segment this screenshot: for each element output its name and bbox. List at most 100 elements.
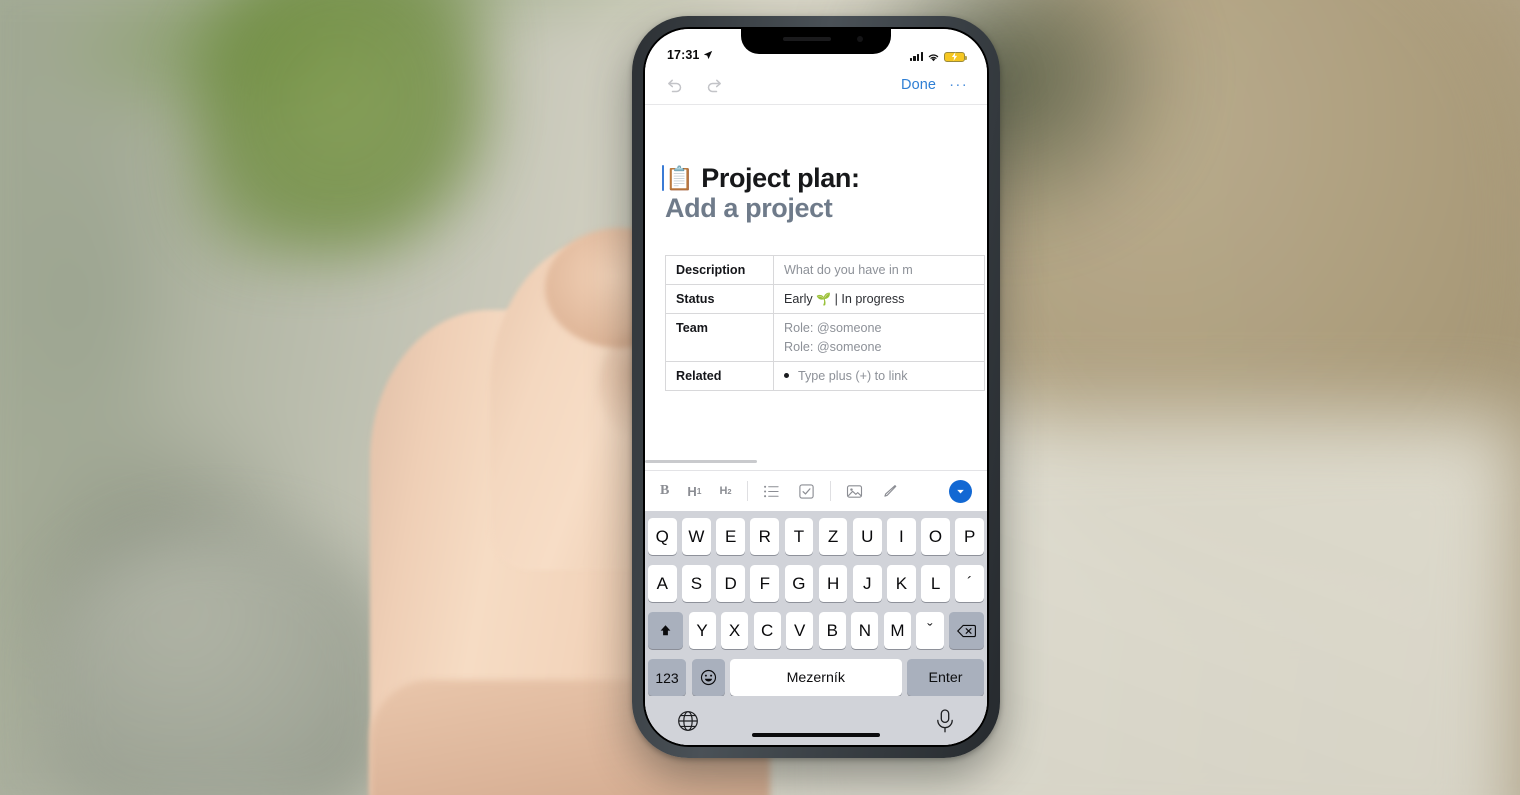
image-button[interactable] — [846, 483, 863, 500]
emoji-key[interactable] — [691, 659, 725, 696]
bold-button[interactable]: B — [660, 483, 669, 499]
keyboard-bottom-bar — [648, 696, 984, 745]
bullet-point-icon — [784, 372, 789, 378]
key-b[interactable]: B — [818, 612, 846, 649]
table-row[interactable]: Related Type plus (+) to link — [665, 360, 985, 392]
key-d[interactable]: D — [716, 565, 745, 602]
checklist-icon — [798, 483, 814, 499]
row-key-related: Related — [665, 360, 774, 392]
key-z[interactable]: Z — [818, 518, 848, 555]
key-q[interactable]: Q — [647, 518, 677, 555]
key-c[interactable]: C — [753, 612, 781, 649]
heading-2-button[interactable]: H2 — [719, 485, 731, 497]
microphone-icon[interactable] — [934, 708, 956, 734]
row-value-description[interactable]: What do you have in m — [773, 254, 985, 285]
shift-key[interactable] — [648, 612, 683, 649]
key-w[interactable]: W — [682, 518, 711, 555]
key-g[interactable]: G — [784, 565, 814, 602]
seedling-icon: 🌱 — [816, 291, 832, 306]
toolbar-divider — [829, 481, 831, 501]
document-title[interactable]: 📋 Project plan: Add a project — [662, 163, 967, 225]
table-row[interactable]: Status Early 🌱 | In progress — [665, 283, 985, 315]
text-style-group: B H1 H2 — [660, 483, 732, 499]
phone-bezel: 17:31 Done ··· 📋 Project plan: Add a pro… — [643, 27, 989, 747]
key-m[interactable]: M — [883, 612, 911, 649]
status-right — [909, 51, 967, 62]
title-text: Project plan: — [701, 163, 860, 193]
key-acute-accent[interactable]: ´ — [955, 565, 985, 602]
team-member-2[interactable]: Role: @someone — [784, 338, 974, 356]
key-caron[interactable]: ˇ — [916, 612, 944, 649]
space-key[interactable]: Mezerník — [730, 659, 902, 696]
horizontal-scrollbar[interactable] — [645, 460, 757, 463]
row-value-related[interactable]: Type plus (+) to link — [773, 360, 985, 392]
key-e[interactable]: E — [716, 518, 745, 555]
keyboard-row-4: 123 Mezerník Enter — [648, 659, 984, 696]
status-inprogress: | In progress — [834, 291, 905, 306]
key-p[interactable]: P — [955, 518, 985, 555]
row-key-team: Team — [665, 313, 774, 362]
collapse-keyboard-button[interactable] — [949, 479, 972, 503]
h2-letter: H — [719, 485, 728, 497]
document-body[interactable]: 📋 Project plan: Add a project Descriptio… — [645, 105, 987, 470]
table-row[interactable]: Description What do you have in m — [665, 254, 985, 285]
status-bar: 17:31 — [645, 29, 987, 65]
wifi-icon — [928, 54, 939, 61]
more-options-button[interactable]: ··· — [949, 77, 968, 92]
pen-button[interactable] — [881, 483, 898, 500]
related-placeholder: Type plus (+) to link — [798, 368, 908, 383]
properties-table[interactable]: Description What do you have in m Status… — [665, 254, 985, 392]
key-h[interactable]: H — [818, 565, 848, 602]
key-s[interactable]: S — [682, 565, 711, 602]
team-member-1[interactable]: Role: @someone — [784, 319, 974, 337]
key-k[interactable]: K — [887, 565, 916, 602]
key-n[interactable]: N — [851, 612, 879, 649]
keyboard-row-1: Q W E R T Z U I O P — [647, 518, 985, 555]
on-screen-keyboard[interactable]: Q W E R T Z U I O P A S D F G H J K L ´ … — [645, 511, 987, 745]
h2-sub: 2 — [727, 486, 732, 496]
title-line-1[interactable]: 📋 Project plan: — [662, 163, 967, 194]
bullet-list-button[interactable] — [763, 483, 780, 500]
done-button[interactable]: Done — [901, 77, 936, 93]
table-row[interactable]: Team Role: @someone Role: @someone — [665, 313, 985, 362]
key-o[interactable]: O — [921, 518, 950, 555]
editor-actions: Done ··· — [901, 77, 968, 93]
heading-1-button[interactable]: H1 — [687, 484, 701, 499]
keyboard-row-3: Y X C V B N M ˇ — [648, 612, 984, 649]
battery-charging-icon — [944, 51, 967, 62]
title-line-2[interactable]: Add a project — [665, 193, 967, 224]
key-j[interactable]: J — [852, 565, 882, 602]
key-t[interactable]: T — [784, 518, 814, 555]
checklist-button[interactable] — [798, 483, 815, 500]
format-toolbar: B H1 H2 — [645, 470, 987, 511]
status-early: Early — [784, 291, 813, 306]
clipboard-icon: 📋 — [665, 165, 694, 192]
home-indicator[interactable] — [752, 732, 880, 737]
enter-key[interactable]: Enter — [907, 659, 984, 696]
row-value-team[interactable]: Role: @someone Role: @someone — [773, 313, 985, 362]
key-y[interactable]: Y — [688, 612, 716, 649]
text-caret — [662, 165, 664, 191]
key-i[interactable]: I — [887, 518, 916, 555]
row-key-status: Status — [665, 283, 774, 315]
backspace-key[interactable] — [949, 612, 984, 649]
key-v[interactable]: V — [786, 612, 814, 649]
emoji-smiley-icon — [700, 669, 716, 686]
key-r[interactable]: R — [750, 518, 780, 555]
numbers-key[interactable]: 123 — [648, 659, 686, 696]
status-left: 17:31 — [667, 48, 713, 62]
undo-icon[interactable] — [664, 75, 684, 95]
row-key-description: Description — [665, 254, 774, 285]
key-x[interactable]: X — [721, 612, 749, 649]
globe-icon[interactable] — [676, 709, 700, 733]
redo-icon[interactable] — [705, 75, 725, 95]
key-f[interactable]: F — [750, 565, 780, 602]
row-value-status[interactable]: Early 🌱 | In progress — [773, 283, 985, 315]
key-l[interactable]: L — [921, 565, 950, 602]
h1-sub: 1 — [696, 486, 702, 496]
key-a[interactable]: A — [647, 565, 677, 602]
phone-screen: 17:31 Done ··· 📋 Project plan: Add a pro… — [645, 29, 987, 745]
cellular-signal-icon — [909, 52, 923, 62]
key-u[interactable]: U — [852, 518, 882, 555]
smartphone-device: 17:31 Done ··· 📋 Project plan: Add a pro… — [632, 16, 1000, 758]
